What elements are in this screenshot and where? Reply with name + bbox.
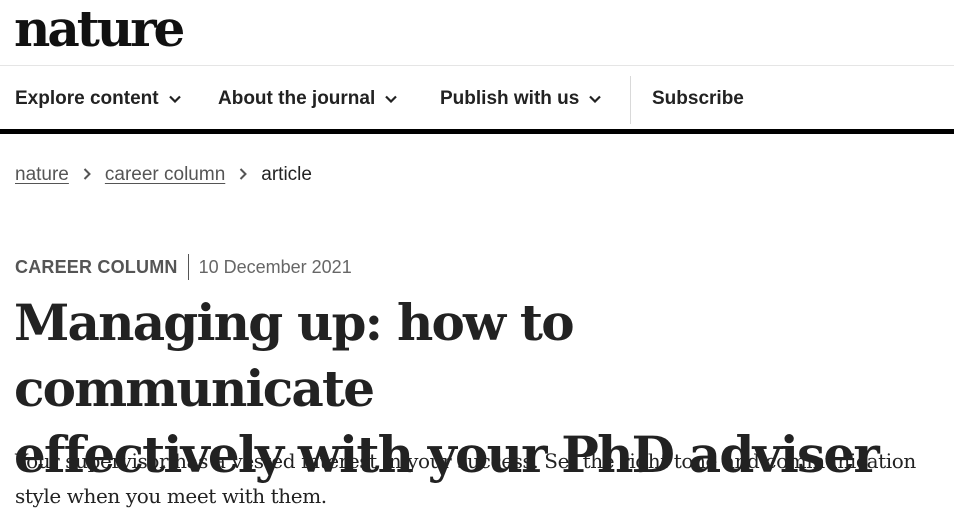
breadcrumb-current-page: article xyxy=(261,164,312,185)
article-type: CAREER COLUMN xyxy=(15,256,178,277)
article-date: 10 December 2021 xyxy=(198,256,352,277)
chevron-down-icon xyxy=(168,87,181,109)
nav-publish-with-us[interactable]: Publish with us xyxy=(440,87,602,110)
chevron-down-icon xyxy=(589,87,602,109)
article-meta: CAREER COLUMN 10 December 2021 xyxy=(15,254,352,280)
article-title-line-1: Managing up: how to communicate xyxy=(14,293,575,418)
breadcrumb: nature career column article xyxy=(15,164,312,186)
chevron-right-icon xyxy=(83,164,91,186)
meta-divider xyxy=(187,254,189,280)
chevron-down-icon xyxy=(385,87,398,109)
breadcrumb-career-column-link[interactable]: career column xyxy=(105,164,225,186)
nav-subscribe[interactable]: Subscribe xyxy=(652,88,744,110)
nav-about-the-journal[interactable]: About the journal xyxy=(218,87,398,110)
nav-item-label: Publish with us xyxy=(440,88,580,109)
main-nav: Explore content About the journal Publis… xyxy=(0,66,954,134)
nav-item-label: About the journal xyxy=(218,88,376,109)
nature-logo[interactable]: nature xyxy=(14,0,185,64)
chevron-right-icon xyxy=(239,164,248,186)
breadcrumb-nature-link[interactable]: nature xyxy=(15,164,69,186)
site-header: nature xyxy=(0,0,954,66)
standfirst-line-2: style when you meet with them. xyxy=(15,484,327,508)
nav-explore-content[interactable]: Explore content xyxy=(15,88,181,110)
nav-item-label: Explore content xyxy=(15,88,159,109)
article-standfirst: Your supervisor has a vested interest in… xyxy=(15,444,945,514)
standfirst-line-1: Your supervisor has a vested interest in… xyxy=(15,449,916,473)
nav-item-label: Subscribe xyxy=(652,88,744,109)
nav-divider xyxy=(630,76,631,124)
